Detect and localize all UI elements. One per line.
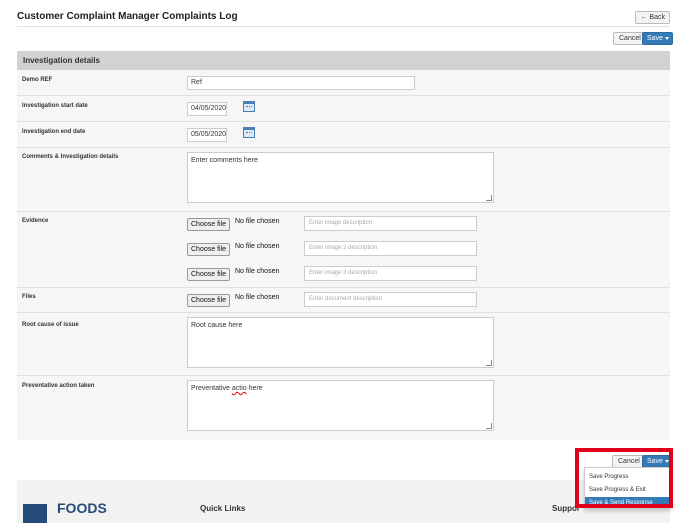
save-button-label: Save	[647, 35, 663, 42]
evidence-file-status-2: No file chosen	[235, 243, 280, 250]
highlight-box	[575, 448, 673, 508]
resize-handle-icon[interactable]	[486, 195, 492, 201]
document-description-input[interactable]: Enter document description	[304, 292, 477, 307]
files-choose-file-button[interactable]: Choose file	[187, 294, 231, 307]
preventative-textarea[interactable]: Preventative actio here	[187, 380, 494, 431]
end-date-input[interactable]: 05/05/2020	[187, 128, 227, 142]
comments-textarea[interactable]: Enter comments here	[187, 152, 494, 203]
header-divider	[17, 26, 670, 27]
evidence-description-input-3[interactable]: Enter image 3 description	[304, 266, 477, 281]
calendar-icon[interactable]	[243, 127, 255, 138]
row-end-date: Investigation end date 05/05/2020	[17, 122, 670, 148]
logo-text: FOODS	[57, 500, 107, 516]
end-date-label: Investigation end date	[22, 129, 86, 135]
row-comments: Comments & Investigation details Enter c…	[17, 148, 670, 212]
save-dropdown-button-top[interactable]: Save	[642, 32, 673, 45]
evidence-label: Evidence	[22, 218, 49, 224]
quick-links-heading: Quick Links	[200, 504, 246, 513]
start-date-label: Investigation start date	[22, 103, 88, 109]
files-file-status: No file chosen	[235, 294, 280, 301]
comments-text: Enter comments here	[191, 157, 258, 164]
caret-down-icon	[664, 36, 669, 40]
section-title: Investigation details	[17, 51, 670, 70]
investigation-form: Investigation details Demo REF Ref Inves…	[17, 51, 670, 440]
logo-mark-icon	[23, 504, 47, 523]
back-button[interactable]: ← Back	[635, 11, 670, 24]
start-date-input[interactable]: 04/05/2020	[187, 102, 227, 116]
root-cause-textarea[interactable]: Root cause here	[187, 317, 494, 368]
page-header: Customer Complaint Manager Complaints Lo…	[17, 8, 670, 26]
preventative-label: Preventative action taken	[22, 383, 95, 389]
preventative-text-start: Preventative	[191, 385, 232, 392]
evidence-choose-file-button-2[interactable]: Choose file	[187, 243, 231, 256]
root-cause-label: Root cause of issue	[22, 322, 79, 328]
preventative-text-end: here	[246, 385, 263, 392]
root-cause-text: Root cause here	[191, 322, 243, 329]
evidence-file-status-3: No file chosen	[235, 268, 280, 275]
evidence-choose-file-button-3[interactable]: Choose file	[187, 268, 231, 281]
calendar-icon[interactable]	[243, 101, 255, 112]
row-preventative: Preventative action taken Preventative a…	[17, 376, 670, 440]
evidence-file-status-1: No file chosen	[235, 218, 280, 225]
row-root-cause: Root cause of issue Root cause here	[17, 313, 670, 376]
page-title: Customer Complaint Manager Complaints Lo…	[17, 11, 238, 22]
evidence-choose-file-button-1[interactable]: Choose file	[187, 218, 231, 231]
footer: FOODS Quick Links Suppor	[17, 480, 670, 523]
preventative-text-misspelled: actio	[231, 385, 247, 392]
evidence-description-input-2[interactable]: Enter image 2 description	[304, 241, 477, 256]
row-demo-ref: Demo REF Ref	[17, 70, 670, 96]
row-evidence: Evidence Choose file No file chosen Ente…	[17, 212, 670, 288]
resize-handle-icon[interactable]	[486, 360, 492, 366]
demo-ref-label: Demo REF	[22, 77, 53, 83]
resize-handle-icon[interactable]	[486, 423, 492, 429]
row-files: Files Choose file No file chosen Enter d…	[17, 288, 670, 313]
demo-ref-input[interactable]: Ref	[187, 76, 415, 90]
evidence-description-input-1[interactable]: Enter image description	[304, 216, 477, 231]
row-start-date: Investigation start date 04/05/2020	[17, 96, 670, 122]
comments-label: Comments & Investigation details	[22, 154, 119, 160]
files-label: Files	[22, 294, 36, 300]
